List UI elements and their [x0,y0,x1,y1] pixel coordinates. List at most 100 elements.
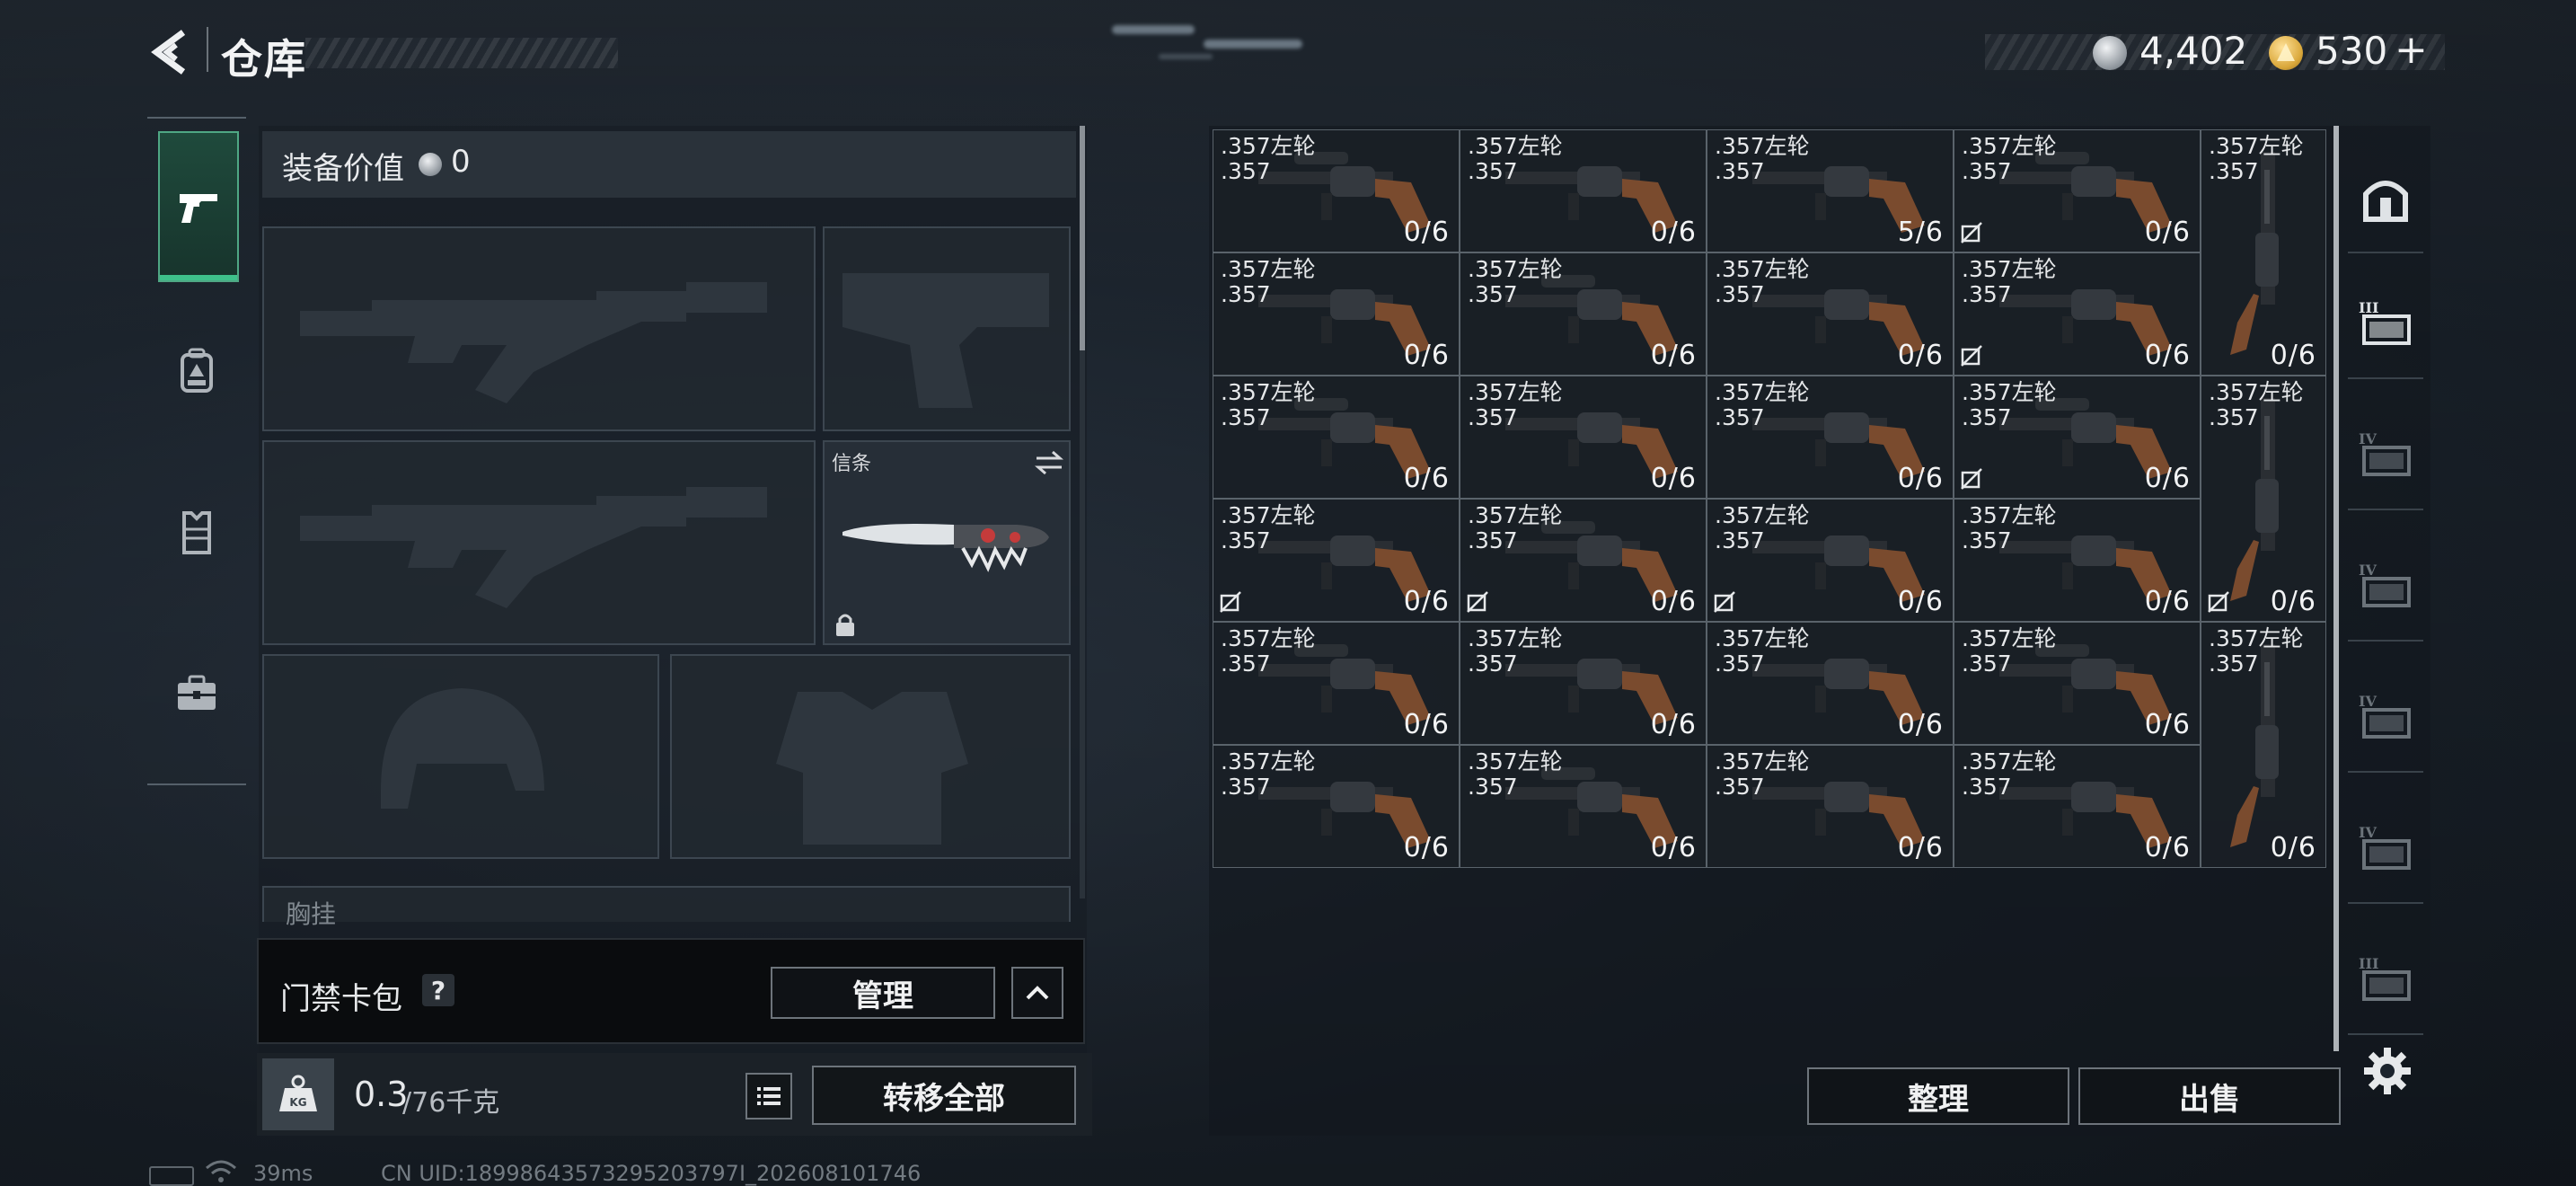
storage-item-cell[interactable]: .357左轮 .357 0/6 [2201,622,2326,868]
storage-item-cell[interactable]: .357左轮 .357 0/6 [1707,376,1954,499]
storage-item-cell[interactable]: .357左轮 .357 0/6 [1954,252,2201,376]
storage-item-cell[interactable]: .357左轮 .357 0/6 [1707,622,1954,745]
storage-tab-5[interactable]: IV [2348,663,2423,773]
ammo-count: 0/6 [2144,586,2191,617]
body-armor-slot[interactable] [670,654,1071,859]
ammo-count: 0/6 [1650,340,1697,371]
helmet-slot[interactable] [262,654,659,859]
storage-tab-4[interactable]: IV [2348,532,2423,642]
svg-text:IV: IV [2359,562,2377,579]
ammo-count: 0/6 [1650,586,1697,617]
pistol-slot[interactable] [823,226,1071,431]
storage-item-cell[interactable]: .357左轮 .357 0/6 [1213,622,1460,745]
chest-rig-label: 胸挂 [286,899,337,929]
item-name: .357左轮 .357 [2209,625,2304,677]
storage-item-cell[interactable]: .357左轮 .357 5/6 [1707,129,1954,252]
silver-currency-value: 4,402 [2139,29,2248,73]
storage-item-cell[interactable]: .357左轮 .357 0/6 [1954,745,2201,868]
category-tab-armor[interactable] [158,458,235,606]
storage-item-cell[interactable]: .357左轮 .357 0/6 [1460,129,1707,252]
storage-item-cell[interactable]: .357左轮 .357 0/6 [1213,252,1460,376]
storage-item-cell[interactable]: .357左轮 .357 0/6 [1460,745,1707,868]
battery-icon [149,1166,194,1186]
manage-button[interactable]: 管理 [771,967,995,1019]
storage-tab-1[interactable] [2348,144,2423,253]
sell-button[interactable]: 出售 [2078,1067,2341,1125]
item-name: .357左轮 .357 [1221,379,1316,430]
item-name: .357左轮 .357 [1468,379,1563,430]
category-tab-case[interactable] [158,620,235,767]
storage-item-cell[interactable]: .357左轮 .357 0/6 [1460,252,1707,376]
storage-item-cell[interactable]: .357左轮 .357 0/6 [1213,745,1460,868]
item-name: .357左轮 .357 [1715,502,1810,553]
ammo-count: 0/6 [1897,586,1944,617]
pistol-silhouette-icon [842,273,1049,408]
storage-scrollbar[interactable] [2333,126,2339,1051]
storage-item-cell[interactable]: .357左轮 .357 0/6 [1954,622,2201,745]
storage-item-cell[interactable]: .357左轮 .357 0/6 [1707,745,1954,868]
karambit-knife-icon [842,524,1049,572]
storage-item-cell[interactable]: .357左轮 .357 0/6 [1460,376,1707,499]
svg-text:IV: IV [2359,824,2377,841]
category-tab-backpack[interactable] [158,296,235,444]
ammo-count: 0/6 [1650,832,1697,863]
no-insurance-icon [2208,591,2229,613]
wifi-icon [206,1160,236,1182]
storage-tab-7[interactable]: III [2348,925,2423,1035]
secondary-weapon-slot[interactable] [262,440,816,645]
item-name: .357左轮 .357 [1221,256,1316,307]
melee-slot[interactable]: 信条 [823,440,1071,645]
no-insurance-icon [1961,222,1982,243]
storage-item-cell[interactable]: .357左轮 .357 0/6 [1460,622,1707,745]
category-tab-weapons[interactable] [158,131,239,282]
swap-icon[interactable] [1033,449,1065,476]
backpack-icon [181,348,213,393]
sort-button[interactable]: 整理 [1807,1067,2069,1125]
transfer-all-button[interactable]: 转移全部 [812,1066,1076,1125]
item-name: .357左轮 .357 [1468,133,1563,184]
item-name: .357左轮 .357 [1468,256,1563,307]
item-name: .357左轮 .357 [1962,748,2057,800]
storage-item-cell[interactable]: .357左轮 .357 0/6 [2201,129,2326,376]
armor-silhouette-icon [776,692,968,845]
item-name: .357左轮 .357 [1962,256,2057,307]
lock-icon [836,614,854,636]
storage-tier-icon: IV [2359,693,2411,739]
storage-tier-icon: III [2359,955,2411,1001]
keycard-help-button[interactable]: ? [422,974,454,1006]
storage-item-cell[interactable]: .357左轮 .357 0/6 [1707,499,1954,622]
equipment-scroll-thumb[interactable] [1080,126,1085,350]
ammo-count: 0/6 [1403,586,1450,617]
add-currency-button[interactable]: + [2395,27,2428,73]
collapse-button[interactable] [1011,967,1063,1019]
ammo-count: 0/6 [2144,832,2191,863]
settings-button[interactable] [2360,1044,2414,1098]
ammo-count: 0/6 [2144,340,2191,371]
gear-icon [2364,1048,2411,1094]
ammo-count: 0/6 [1897,832,1944,863]
back-arrow-icon[interactable] [144,25,198,79]
storage-tab-6[interactable]: IV [2348,794,2423,904]
primary-weapon-slot[interactable] [262,226,816,431]
item-name: .357左轮 .357 [1715,379,1810,430]
storage-item-cell[interactable]: .357左轮 .357 0/6 [1954,376,2201,499]
list-view-button[interactable] [745,1073,792,1120]
ammo-count: 0/6 [2144,463,2191,494]
item-name: .357左轮 .357 [1962,625,2057,677]
ammo-count: 5/6 [1897,217,1944,248]
storage-tab-3[interactable]: IV [2348,401,2423,510]
storage-item-cell[interactable]: .357左轮 .357 0/6 [1213,376,1460,499]
item-name: .357左轮 .357 [2209,379,2304,430]
weight-kg-badge: KG [289,1096,306,1109]
storage-item-cell[interactable]: .357左轮 .357 0/6 [1213,129,1460,252]
storage-item-cell[interactable]: .357左轮 .357 0/6 [2201,376,2326,622]
storage-tab-2[interactable]: III [2348,270,2423,379]
storage-item-cell[interactable]: .357左轮 .357 0/6 [1954,129,2201,252]
storage-item-cell[interactable]: .357左轮 .357 0/6 [1707,252,1954,376]
equipment-value-label: 装备价值 [282,151,404,187]
storage-item-cell[interactable]: .357左轮 .357 0/6 [1954,499,2201,622]
helmet-storage-icon [2363,181,2408,222]
storage-item-cell[interactable]: .357左轮 .357 0/6 [1460,499,1707,622]
chest-rig-slot[interactable]: 胸挂 [262,886,1071,929]
storage-item-cell[interactable]: .357左轮 .357 0/6 [1213,499,1460,622]
